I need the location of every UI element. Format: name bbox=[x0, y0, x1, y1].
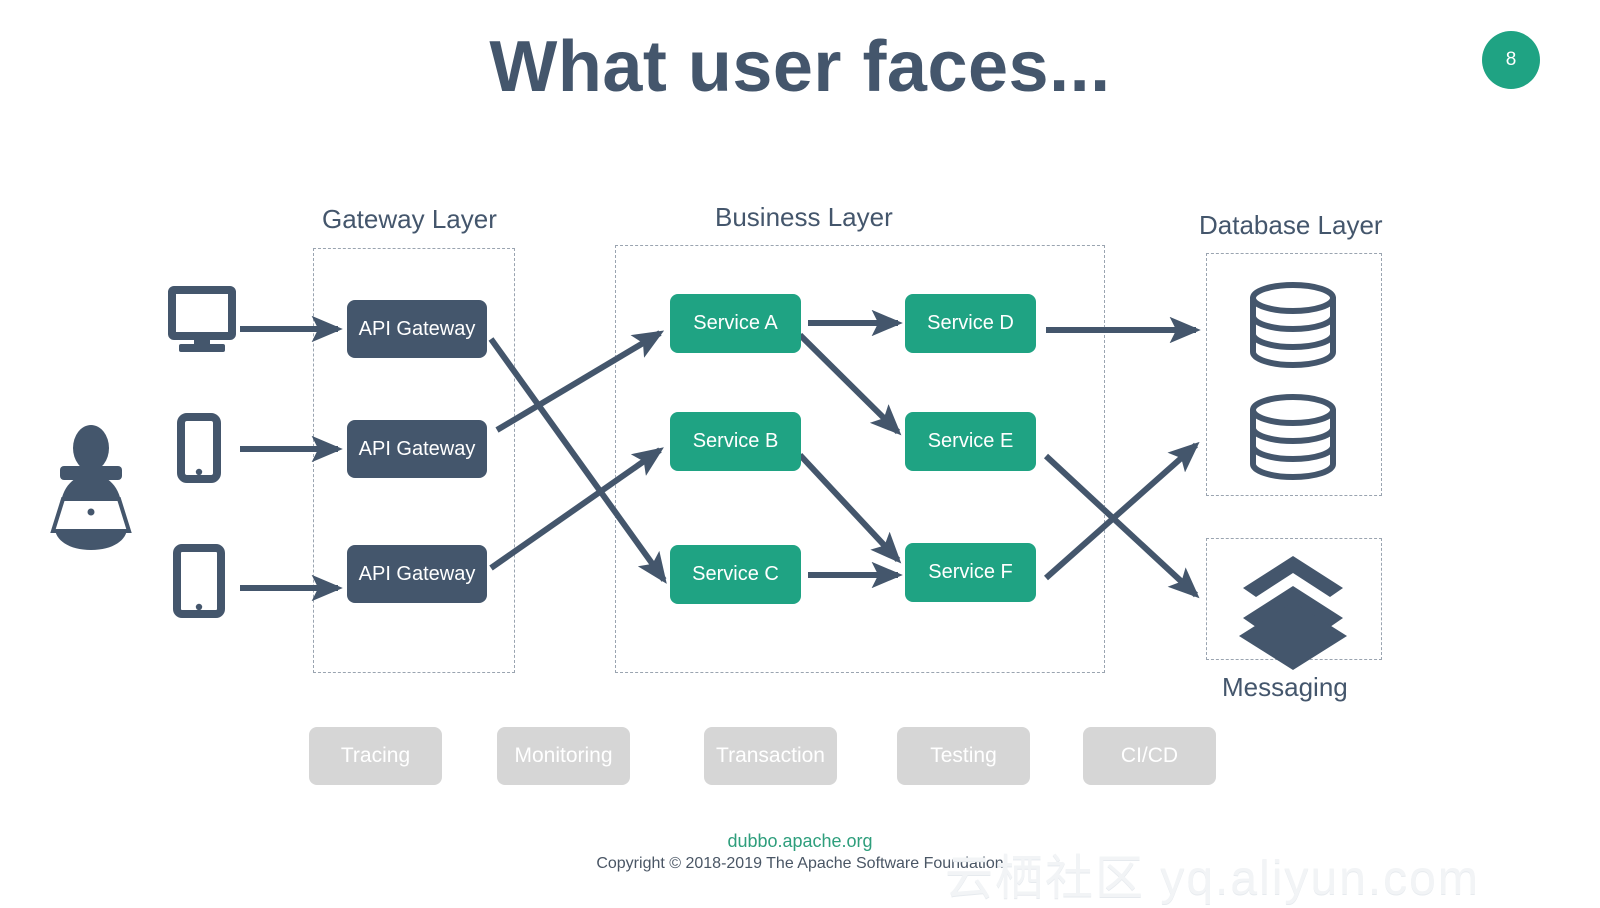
service-node-f[interactable]: Service F bbox=[905, 543, 1036, 602]
messaging-layer-label: Messaging bbox=[1222, 672, 1348, 702]
api-gateway-node-2[interactable]: API Gateway bbox=[347, 420, 487, 478]
page-number-badge: 8 bbox=[1482, 31, 1540, 89]
watermark-text: 云栖社区 yq.aliyun.com bbox=[945, 852, 1480, 905]
tablet-home-dot bbox=[195, 603, 203, 611]
database-layer-box bbox=[1206, 253, 1382, 496]
user-with-laptop-icon bbox=[50, 425, 132, 550]
api-gateway-node-1[interactable]: API Gateway bbox=[347, 300, 487, 358]
capability-pill-monitoring[interactable]: Monitoring bbox=[497, 727, 630, 785]
page-title: What user faces... bbox=[489, 27, 1111, 107]
service-node-c[interactable]: Service C bbox=[670, 545, 801, 604]
mobile-phone-icon bbox=[177, 413, 221, 483]
database-layer-label: Database Layer bbox=[1199, 210, 1383, 240]
desktop-monitor-icon bbox=[168, 286, 236, 340]
desktop-monitor-stand bbox=[179, 336, 225, 352]
gateway-layer-label: Gateway Layer bbox=[322, 204, 497, 234]
service-node-e[interactable]: Service E bbox=[905, 412, 1036, 471]
capability-pill-transaction[interactable]: Transaction bbox=[704, 727, 837, 785]
business-layer-label: Business Layer bbox=[715, 202, 893, 232]
service-node-b[interactable]: Service B bbox=[670, 412, 801, 471]
capability-pill-testing[interactable]: Testing bbox=[897, 727, 1030, 785]
capability-pill-cicd[interactable]: CI/CD bbox=[1083, 727, 1216, 785]
api-gateway-node-3[interactable]: API Gateway bbox=[347, 545, 487, 603]
service-node-d[interactable]: Service D bbox=[905, 294, 1036, 353]
messaging-layer-box bbox=[1206, 538, 1382, 660]
capability-pill-tracing[interactable]: Tracing bbox=[309, 727, 442, 785]
service-node-a[interactable]: Service A bbox=[670, 294, 801, 353]
tablet-icon bbox=[173, 544, 225, 618]
mobile-phone-home-dot bbox=[195, 468, 203, 476]
